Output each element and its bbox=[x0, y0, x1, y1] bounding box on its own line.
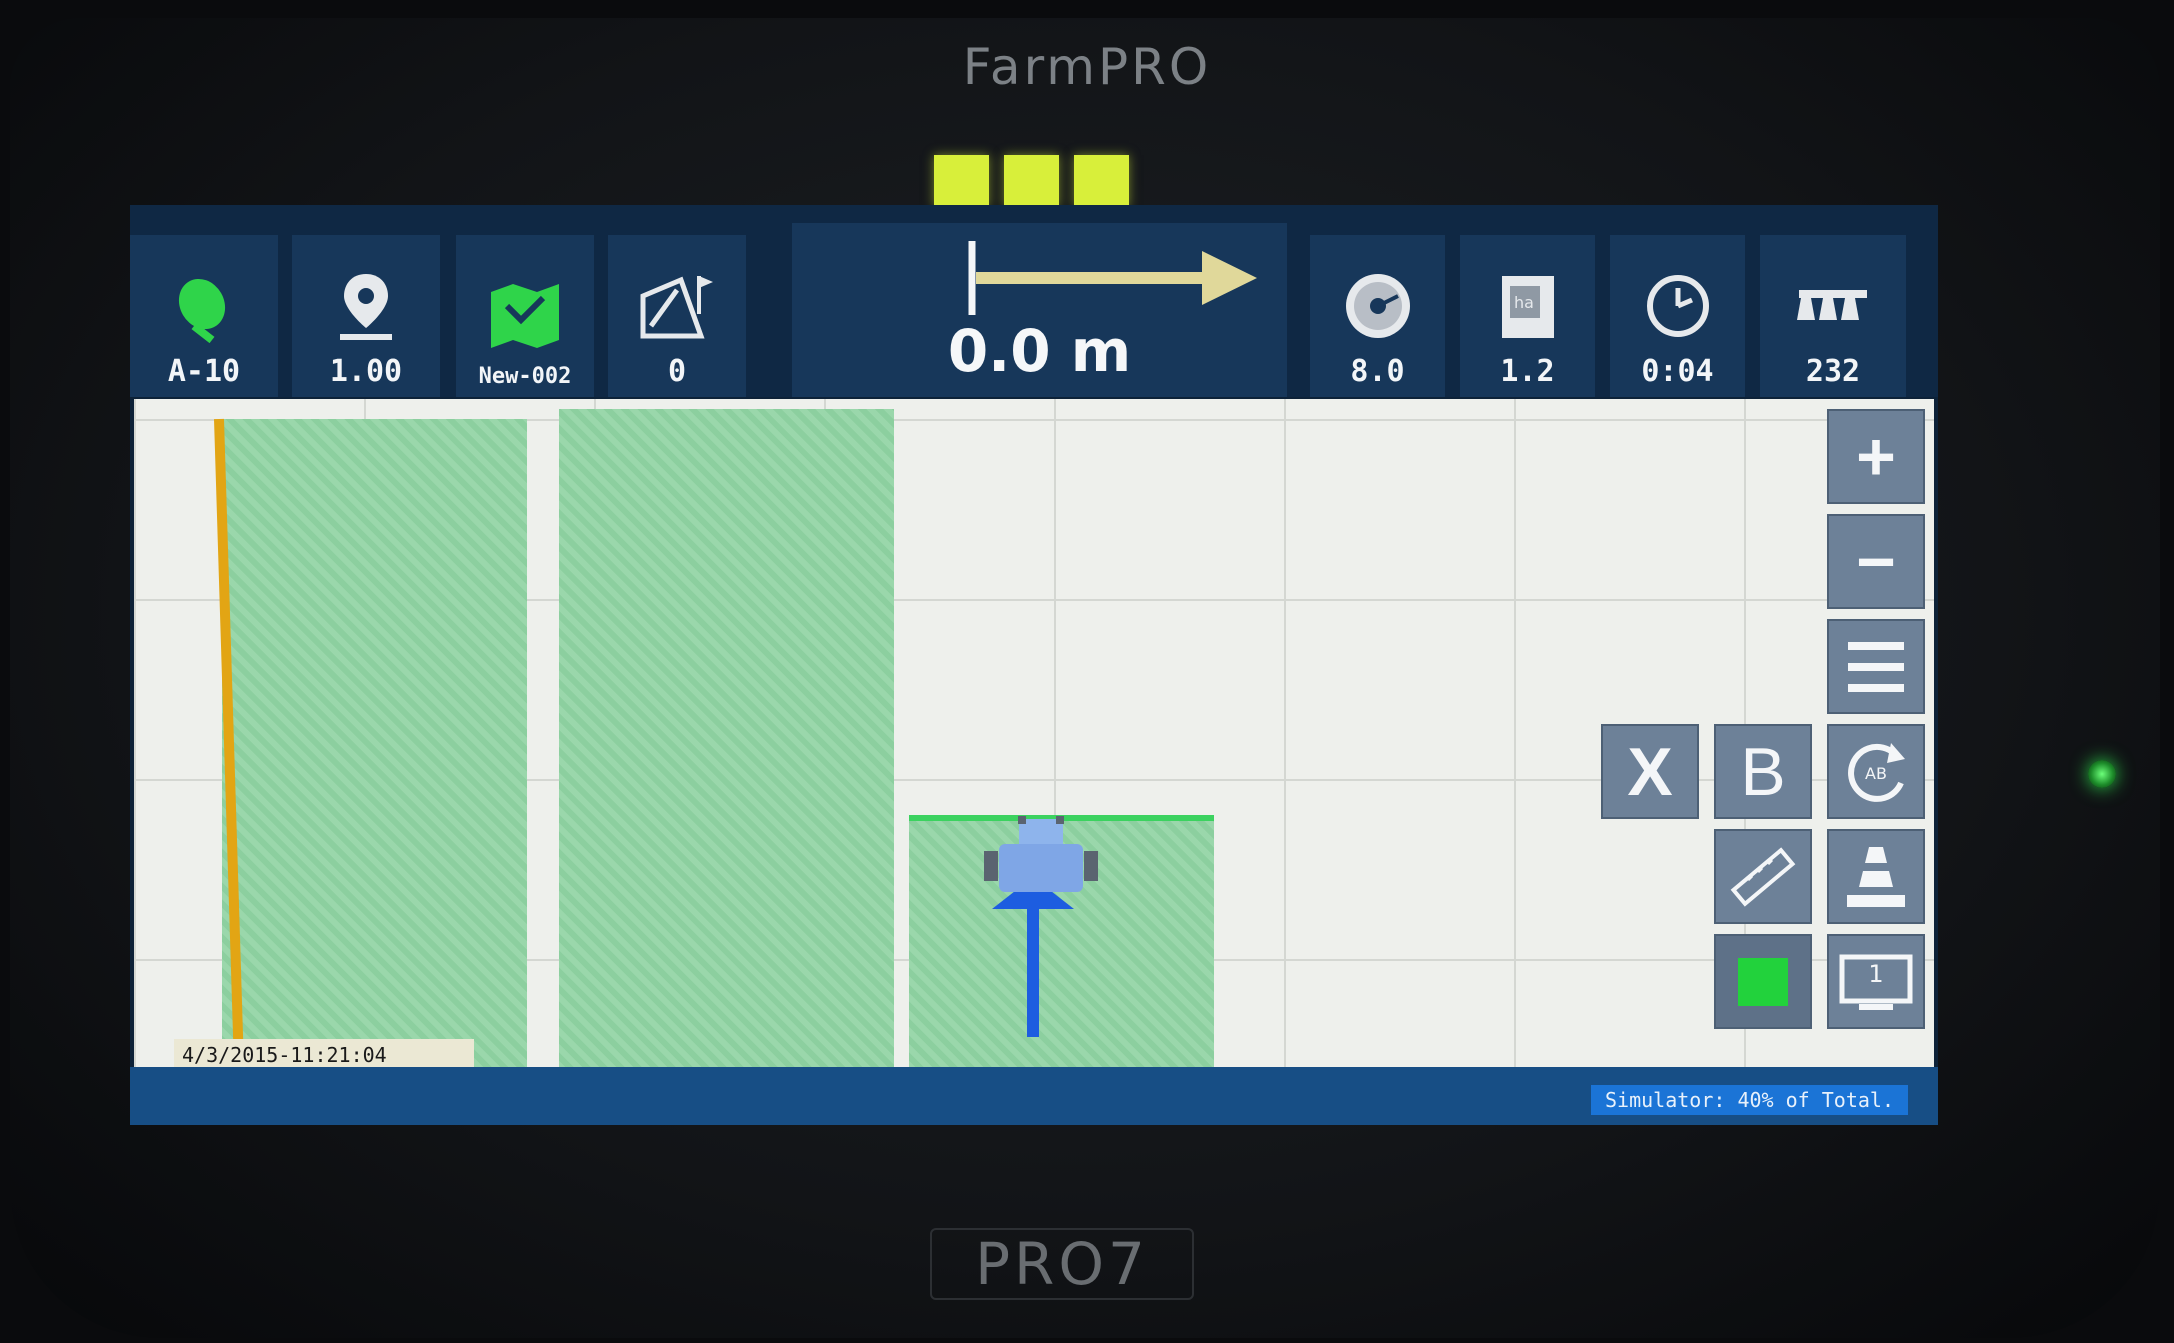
gps-status-tile[interactable]: A-10 bbox=[130, 235, 278, 397]
cross-track-guidance: 0.0 m bbox=[792, 223, 1287, 397]
display-screen: A-10 1.00 New-002 0 0.0 m 8.0 ha 1.2 0:0… bbox=[130, 205, 1938, 1125]
brand-logo: FarmPRO bbox=[962, 38, 1212, 96]
cancel-label: X bbox=[1627, 733, 1673, 810]
indicator-lights bbox=[934, 155, 1129, 207]
indicator-light bbox=[1004, 155, 1059, 207]
sections-tile[interactable]: 232 bbox=[1760, 235, 1906, 397]
measure-button[interactable] bbox=[1714, 829, 1812, 924]
tractor-icon bbox=[984, 816, 1098, 1037]
plus-icon: + bbox=[1856, 418, 1896, 495]
point-b-button[interactable]: B bbox=[1714, 724, 1812, 819]
svg-text:AB: AB bbox=[1865, 764, 1887, 783]
timestamp-label: 4/3/2015-11:21:04 bbox=[174, 1039, 474, 1067]
screen-layout-icon: 1 bbox=[1839, 954, 1913, 1010]
position-tile[interactable]: 1.00 bbox=[292, 235, 440, 397]
screen-number: 1 bbox=[1868, 959, 1884, 988]
field-map[interactable]: 4/3/2015-11:21:04 + − AB B X 1 bbox=[134, 399, 1934, 1067]
boundary-tile[interactable]: 0 bbox=[608, 235, 746, 397]
field-tile[interactable]: New-002 bbox=[456, 235, 594, 397]
indicator-light bbox=[1074, 155, 1129, 207]
speedometer-icon bbox=[1345, 274, 1410, 338]
ruler-icon bbox=[1730, 846, 1796, 907]
status-bar: Simulator: 40% of Total. bbox=[130, 1067, 1938, 1125]
field-name: New-002 bbox=[478, 364, 572, 389]
status-message: Simulator: 40% of Total. bbox=[1591, 1085, 1908, 1115]
headland-button[interactable] bbox=[1827, 829, 1925, 924]
speed-value: 8.0 bbox=[1350, 354, 1405, 389]
time-tile[interactable]: 0:04 bbox=[1610, 235, 1745, 397]
location-pin-icon bbox=[340, 274, 392, 340]
reset-ab-button[interactable]: AB bbox=[1827, 724, 1925, 819]
boom-sections-icon bbox=[1797, 290, 1867, 320]
field-boundary-line bbox=[214, 418, 244, 1067]
position-value: 1.00 bbox=[329, 354, 403, 389]
model-label: PRO7 bbox=[930, 1228, 1194, 1300]
cancel-button[interactable]: X bbox=[1601, 724, 1699, 819]
gps-value: A-10 bbox=[167, 354, 241, 389]
clock-icon bbox=[1646, 275, 1709, 337]
boundary-value: 0 bbox=[667, 354, 687, 389]
zoom-in-button[interactable]: + bbox=[1827, 409, 1925, 504]
menu-icon bbox=[1848, 641, 1904, 692]
zoom-out-button[interactable]: − bbox=[1827, 514, 1925, 609]
sections-value: 232 bbox=[1805, 354, 1861, 389]
status-toolbar: A-10 1.00 New-002 0 0.0 m 8.0 ha 1.2 0:0… bbox=[130, 205, 1938, 397]
field-flag-icon bbox=[640, 276, 713, 339]
section-status-icon bbox=[1738, 957, 1788, 1006]
reset-ab-icon: AB bbox=[1848, 742, 1905, 802]
field-map-icon bbox=[491, 284, 559, 348]
cross-track-distance: 0.0 m bbox=[947, 317, 1132, 385]
minus-icon: − bbox=[1856, 523, 1896, 600]
power-led bbox=[2088, 760, 2116, 788]
section-control-button[interactable] bbox=[1714, 934, 1812, 1029]
screen-layout-button[interactable]: 1 bbox=[1827, 934, 1925, 1029]
area-tile[interactable]: ha 1.2 bbox=[1460, 235, 1595, 397]
speed-tile[interactable]: 8.0 bbox=[1310, 235, 1445, 397]
point-b-label: B bbox=[1740, 733, 1786, 810]
satellite-dish-icon bbox=[178, 278, 226, 344]
time-value: 0:04 bbox=[1641, 354, 1714, 389]
svg-text:ha: ha bbox=[1514, 293, 1534, 312]
hectare-area-icon: ha bbox=[1501, 276, 1554, 338]
indicator-light bbox=[934, 155, 989, 207]
cone-icon bbox=[1847, 846, 1905, 907]
menu-button[interactable] bbox=[1827, 619, 1925, 714]
area-value: 1.2 bbox=[1500, 354, 1555, 389]
